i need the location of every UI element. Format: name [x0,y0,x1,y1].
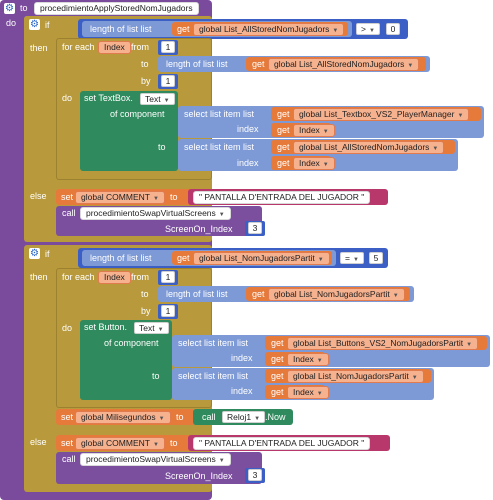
by-label: by [141,76,151,86]
from-label: from [131,272,149,282]
variable-dropdown[interactable]: global List_NomJugadorsPartit ▼ [287,370,424,383]
to-label: to [152,371,160,381]
length-of-list-label: length of list list [90,253,152,263]
from-label: from [131,42,149,52]
variable-dropdown[interactable]: global List_AllStoredNomJugadors ▼ [293,141,445,154]
number-input[interactable]: 5 [369,252,383,264]
variable-dropdown[interactable]: global List_AllStoredNomJugadors ▼ [268,58,420,71]
variable-dropdown[interactable]: global List_Buttons_VS2_NomJugadorsParti… [287,337,479,350]
component-dropdown[interactable]: Reloj1 ▼ [222,411,266,423]
get-label: get [271,354,284,364]
variable-dropdown[interactable]: Index ▼ [287,386,329,399]
procedure-to-label: to [20,3,28,13]
method-label: .Now [265,412,286,422]
procedure-dropdown[interactable]: procedimientoSwapVirtualScreens ▼ [80,453,231,466]
procedure-name-field[interactable]: procedimientoApplyStoredNomJugadors [34,2,199,15]
get-label: get [271,338,284,348]
get-label: get [177,253,190,263]
call-label: call [202,412,216,422]
if-label: if [45,249,50,259]
get-label: get [177,24,190,34]
get-label: get [271,387,284,397]
text-literal[interactable]: " PANTALLA D'ENTRADA DEL JUGADOR " [193,437,371,450]
screen-on-index-label: ScreenOn_Index [165,471,233,481]
gear-icon[interactable]: ⚙ [29,248,40,259]
variable-dropdown[interactable]: Index ▼ [287,353,329,366]
do-label: do [62,93,73,103]
set-label: set [61,192,74,202]
length-of-list-label: length of list list [166,289,228,299]
variable-dropdown[interactable]: global COMMENT ▼ [75,191,165,204]
by-label: by [141,306,151,316]
to-label: to [176,412,184,422]
procedure-dropdown[interactable]: procedimientoSwapVirtualScreens ▼ [80,207,231,220]
number-input[interactable]: 0 [386,23,400,35]
by-value[interactable]: 1 [161,305,175,317]
gear-icon[interactable]: ⚙ [29,19,40,30]
property-dropdown[interactable]: Text ▼ [134,322,169,334]
procedure-do-label: do [6,18,17,28]
get-label: get [277,125,290,135]
call-label: call [62,454,76,464]
index-label: index [237,124,259,134]
to-label: to [141,59,149,69]
property-dropdown[interactable]: Text ▼ [140,93,175,105]
for-each-label: for each [62,272,95,282]
to-label: to [170,192,178,202]
of-component-label: of component [104,338,159,348]
to-label: to [158,142,166,152]
else-label: else [30,437,47,447]
variable-dropdown[interactable]: global List_NomJugadorsPartit ▼ [268,288,405,301]
get-label: get [252,59,265,69]
to-label: to [170,438,178,448]
get-label: get [277,158,290,168]
to-label: to [141,289,149,299]
then-label: then [30,272,48,282]
for-each-label: for each [62,42,95,52]
variable-dropdown[interactable]: global List_AllStoredNomJugadors ▼ [193,23,345,36]
set-component-label: set Button. [84,322,128,332]
operator-dropdown[interactable]: > ▼ [356,23,380,35]
operator-dropdown[interactable]: = ▼ [340,252,364,264]
text-literal[interactable]: " PANTALLA D'ENTRADA DEL JUGADOR " [193,191,371,204]
if-label: if [45,20,50,30]
variable-dropdown[interactable]: global List_Textbox_VS2_PlayerManager ▼ [293,108,470,121]
select-list-item-label: select list item list [178,338,249,348]
do-label: do [62,323,73,333]
loop-variable-field[interactable]: Index [98,271,131,284]
variable-dropdown[interactable]: global COMMENT ▼ [75,437,165,450]
else-label: else [30,191,47,201]
variable-dropdown[interactable]: Index ▼ [293,124,335,137]
loop-variable-field[interactable]: Index [98,41,131,54]
length-of-list-label: length of list list [90,24,152,34]
from-value[interactable]: 1 [161,41,175,53]
get-label: get [277,109,290,119]
get-label: get [252,289,265,299]
of-component-label: of component [110,109,165,119]
by-value[interactable]: 1 [161,75,175,87]
then-label: then [30,43,48,53]
variable-dropdown[interactable]: Index ▼ [293,157,335,170]
get-label: get [271,371,284,381]
set-component-label: set TextBox. [84,93,133,103]
index-label: index [231,353,253,363]
variable-dropdown[interactable]: global Milisegundos ▼ [75,411,171,424]
screen-on-index-value[interactable]: 3 [248,469,262,481]
length-of-list-label: length of list list [166,59,228,69]
variable-dropdown[interactable]: global List_NomJugadorsPartit ▼ [193,252,330,265]
set-label: set [61,438,74,448]
index-label: index [237,158,259,168]
select-list-item-label: select list item list [178,371,249,381]
call-label: call [62,208,76,218]
set-label: set [61,412,74,422]
from-value[interactable]: 1 [161,271,175,283]
select-list-item-label: select list item list [184,142,255,152]
select-list-item-label: select list item list [184,109,255,119]
gear-icon[interactable]: ⚙ [4,3,15,14]
screen-on-index-value[interactable]: 3 [248,222,262,234]
get-label: get [277,142,290,152]
index-label: index [231,386,253,396]
screen-on-index-label: ScreenOn_Index [165,224,233,234]
